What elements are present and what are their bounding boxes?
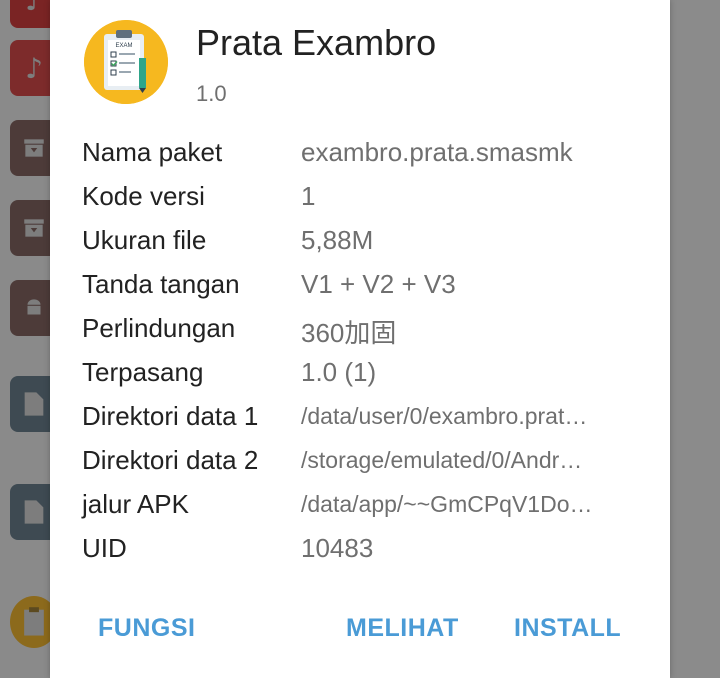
info-value[interactable]: exambro.prata.smasmk — [301, 137, 636, 168]
dialog-actions: FUNGSI MELIHAT INSTALL — [50, 608, 670, 654]
info-value[interactable]: 1 — [301, 181, 636, 212]
fungsi-button[interactable]: FUNGSI — [98, 614, 195, 643]
info-row-data-dir-1: Direktori data 1 /data/user/0/exambro.pr… — [82, 395, 642, 439]
info-value[interactable]: /data/user/0/exambro.prat… — [301, 403, 636, 430]
info-label: Direktori data 1 — [82, 401, 259, 431]
dialog-header: EXAM Prata Exambro 1.0 — [82, 18, 642, 108]
app-info-dialog: EXAM Prata Exambro 1.0 Nama paket exambr… — [50, 0, 670, 678]
info-label: Tanda tangan — [82, 269, 240, 299]
app-title: Prata Exambro — [196, 22, 437, 63]
info-value[interactable]: 10483 — [301, 533, 636, 564]
info-row-version-code: Kode versi 1 — [82, 175, 642, 219]
info-value[interactable]: 5,88M — [301, 225, 636, 256]
info-label: Ukuran file — [82, 225, 207, 255]
info-label: Kode versi — [82, 181, 205, 211]
info-label: UID — [82, 533, 127, 563]
background-right-edge — [670, 0, 720, 678]
info-label: Nama paket — [82, 137, 223, 167]
info-value[interactable]: 360加固 — [301, 313, 636, 350]
info-label: Direktori data 2 — [82, 445, 259, 475]
info-value[interactable]: /storage/emulated/0/Andr… — [301, 447, 636, 474]
exam-clipboard-icon: EXAM — [84, 20, 168, 104]
info-row-package-name: Nama paket exambro.prata.smasmk — [82, 131, 642, 175]
info-row-data-dir-2: Direktori data 2 /storage/emulated/0/And… — [82, 439, 642, 483]
info-row-uid: UID 10483 — [82, 527, 642, 571]
info-label: Terpasang — [82, 357, 204, 387]
info-row-signature: Tanda tangan V1 + V2 + V3 — [82, 263, 642, 307]
info-row-file-size: Ukuran file 5,88M — [82, 219, 642, 263]
melihat-button[interactable]: MELIHAT — [346, 614, 459, 643]
app-info-list: Nama paket exambro.prata.smasmk Kode ver… — [82, 131, 642, 571]
info-label: Perlindungan — [82, 313, 236, 343]
info-row-protection: Perlindungan 360加固 — [82, 307, 642, 351]
info-label: jalur APK — [82, 489, 189, 519]
info-row-apk-path: jalur APK /data/app/~~GmCPqV1Do… — [82, 483, 642, 527]
info-row-installed: Terpasang 1.0 (1) — [82, 351, 642, 395]
app-version: 1.0 — [196, 81, 227, 106]
install-button[interactable]: INSTALL — [514, 614, 621, 643]
icon-exam-text: EXAM — [115, 43, 132, 49]
info-value[interactable]: V1 + V2 + V3 — [301, 269, 636, 300]
info-value[interactable]: 1.0 (1) — [301, 357, 636, 388]
info-value[interactable]: /data/app/~~GmCPqV1Do… — [301, 491, 636, 518]
